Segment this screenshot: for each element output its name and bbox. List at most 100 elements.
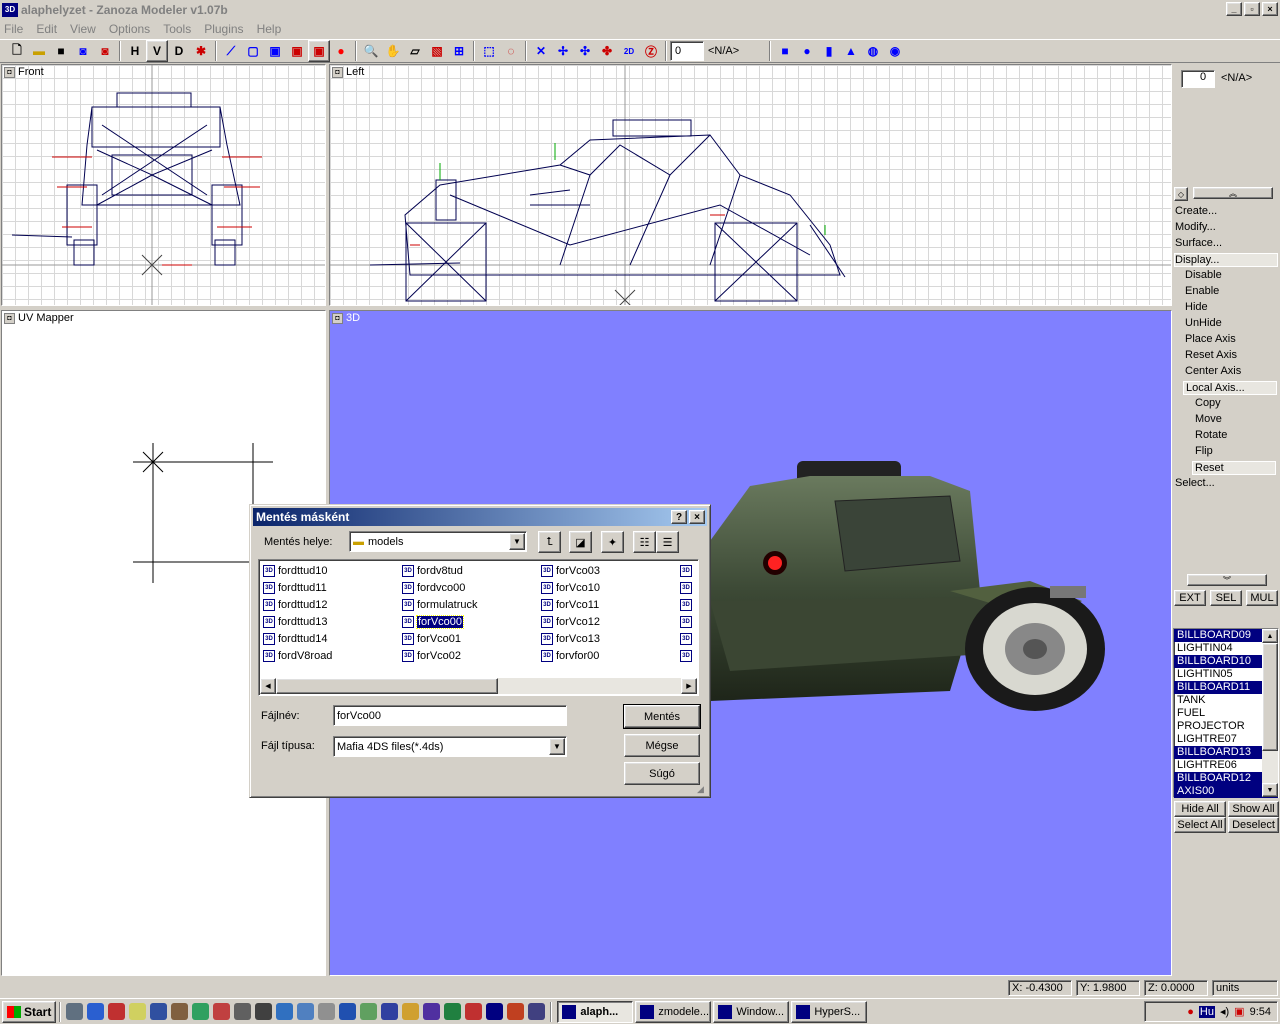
import-icon[interactable]: ◙ xyxy=(72,40,94,62)
file-item-clipped[interactable]: 3D xyxy=(680,648,692,663)
file-item[interactable]: 3D forVco03 xyxy=(541,563,600,578)
tray-app-icon[interactable]: ● xyxy=(1187,1006,1194,1018)
zoom-region-icon[interactable]: ▧ xyxy=(426,40,448,62)
scale-icon[interactable]: ✣ xyxy=(574,40,596,62)
file-item[interactable]: 3D fordttud14 xyxy=(263,631,328,646)
cube-wire-icon[interactable]: ▢ xyxy=(242,40,264,62)
local-rotate[interactable]: Rotate xyxy=(1195,429,1227,441)
file-item[interactable]: 3D forVco12 xyxy=(541,614,600,629)
file-item[interactable]: 3D forVco00 xyxy=(402,614,465,629)
geosphere-primitive-icon[interactable]: ◉ xyxy=(884,40,906,62)
ql-car-icon[interactable] xyxy=(255,1003,273,1020)
scroll-left-arrow[interactable]: ◀ xyxy=(260,678,276,694)
menu-plugins[interactable]: Plugins xyxy=(204,22,243,36)
cube-textured-icon[interactable]: ▣ xyxy=(308,40,330,62)
ql-edit-icon[interactable] xyxy=(297,1003,315,1020)
chevron-down-icon[interactable]: ▼ xyxy=(549,738,565,755)
sphere-primitive-icon[interactable]: ● xyxy=(796,40,818,62)
ql-plugin-icon[interactable] xyxy=(423,1003,441,1020)
spin-field[interactable]: 0 xyxy=(670,41,704,61)
display-local-axis[interactable]: Local Axis... xyxy=(1183,381,1277,395)
panel-icon-button[interactable]: ◇ xyxy=(1174,187,1188,201)
local-copy[interactable]: Copy xyxy=(1195,397,1221,409)
location-combo[interactable]: ▬ models ▼ xyxy=(349,531,527,552)
scroll-thumb[interactable] xyxy=(1262,643,1278,751)
scroll-down-arrow[interactable]: ▼ xyxy=(1262,783,1278,797)
mul-button[interactable]: MUL xyxy=(1246,590,1278,606)
taskbar-button[interactable]: alaph... xyxy=(557,1000,634,1023)
ql-monitor-icon[interactable] xyxy=(528,1003,546,1020)
file-item[interactable]: 3D fordttud13 xyxy=(263,614,328,629)
scroll-right-arrow[interactable]: ▶ xyxy=(681,678,697,694)
z-axis-icon[interactable]: Ⓩ xyxy=(640,40,662,62)
file-item-clipped[interactable]: 3D xyxy=(680,563,692,578)
ql-disk-icon[interactable] xyxy=(381,1003,399,1020)
viewport-left[interactable]: ◘ Left xyxy=(329,64,1172,306)
display-unhide[interactable]: UnHide xyxy=(1185,317,1222,329)
desktop-icon[interactable]: ◪ xyxy=(569,531,592,553)
maximize-button[interactable]: ▫ xyxy=(1244,2,1260,16)
file-item[interactable]: 3D fordv8tud xyxy=(402,563,463,578)
new-folder-icon[interactable]: ✦ xyxy=(601,531,624,553)
d-button[interactable]: D xyxy=(168,40,190,62)
display-enable[interactable]: Enable xyxy=(1185,285,1219,297)
file-item[interactable]: 3D forVco11 xyxy=(541,597,599,612)
display-reset-axis[interactable]: Reset Axis xyxy=(1185,349,1237,361)
save-icon[interactable]: ■ xyxy=(50,40,72,62)
display-hide[interactable]: Hide xyxy=(1185,301,1208,313)
display-disable[interactable]: Disable xyxy=(1185,269,1222,281)
ql-media-icon[interactable] xyxy=(276,1003,294,1020)
viewport-menu-icon[interactable]: ◘ xyxy=(4,312,15,324)
move-icon[interactable]: ✕ xyxy=(530,40,552,62)
dialog-close-button[interactable]: × xyxy=(689,510,705,524)
up-folder-icon[interactable]: ⮤ xyxy=(538,531,561,553)
local-move[interactable]: Move xyxy=(1195,413,1222,425)
h-button[interactable]: H xyxy=(124,40,146,62)
file-item[interactable]: 3D forVco01 xyxy=(402,631,461,646)
ql-3d-icon[interactable] xyxy=(486,1003,504,1020)
ql-puzzle-icon[interactable] xyxy=(213,1003,231,1020)
new-file-icon[interactable]: 🗋 xyxy=(6,40,28,62)
file-item[interactable]: 3D forVco02 xyxy=(402,648,461,663)
open-folder-icon[interactable]: ▬ xyxy=(28,40,50,62)
ql-app-icon[interactable] xyxy=(108,1003,126,1020)
menu-surface[interactable]: Surface... xyxy=(1175,237,1222,249)
sphere-render-icon[interactable]: ● xyxy=(330,40,352,62)
hide-all-button[interactable]: Hide All xyxy=(1174,801,1226,817)
zoom-extents-icon[interactable]: ▱ xyxy=(404,40,426,62)
menu-options[interactable]: Options xyxy=(109,22,150,36)
ql-record-icon[interactable] xyxy=(507,1003,525,1020)
minimize-button[interactable]: _ xyxy=(1226,2,1242,16)
resize-grip-icon[interactable]: ◢ xyxy=(697,784,709,796)
select-all-button[interactable]: Select All xyxy=(1174,817,1226,833)
file-item[interactable]: 3D fordttud10 xyxy=(263,563,328,578)
help-button[interactable]: Súgó xyxy=(624,762,700,785)
menu-view[interactable]: View xyxy=(70,22,96,36)
tray-volume-icon[interactable]: ◂) xyxy=(1220,1005,1229,1018)
scroll-down-button[interactable]: ︾ xyxy=(1187,574,1267,586)
file-item[interactable]: 3D fordttud11 xyxy=(263,580,327,595)
cube-flat-icon[interactable]: ▣ xyxy=(264,40,286,62)
file-item[interactable]: 3D fordttud12 xyxy=(263,597,328,612)
file-list[interactable]: 3D fordttud10 3D fordttud11 3D fordttud12 3D fo… xyxy=(258,559,699,696)
ql-notes-icon[interactable] xyxy=(360,1003,378,1020)
scroll-up-arrow[interactable]: ▲ xyxy=(1262,629,1278,643)
hscroll-thumb[interactable] xyxy=(276,678,498,694)
menu-select[interactable]: Select... xyxy=(1175,477,1215,489)
export-icon[interactable]: ◙ xyxy=(94,40,116,62)
taskbar-button[interactable]: Window... xyxy=(713,1000,790,1023)
filename-input[interactable]: forVco00 xyxy=(333,705,567,726)
mirror-icon[interactable]: ✤ xyxy=(596,40,618,62)
menu-tools[interactable]: Tools xyxy=(163,22,191,36)
ext-button[interactable]: EXT xyxy=(1174,590,1206,606)
file-item[interactable]: 3D fordvco00 xyxy=(402,580,465,595)
file-item-clipped[interactable]: 3D xyxy=(680,580,692,595)
cylinder-primitive-icon[interactable]: ▮ xyxy=(818,40,840,62)
menu-edit[interactable]: Edit xyxy=(36,22,57,36)
menu-modify[interactable]: Modify... xyxy=(1175,221,1216,233)
show-all-button[interactable]: Show All xyxy=(1228,801,1279,817)
file-list-hscrollbar[interactable]: ◀ ▶ xyxy=(260,678,697,694)
viewport-menu-icon[interactable]: ◘ xyxy=(332,66,343,78)
torus-primitive-icon[interactable]: ◍ xyxy=(862,40,884,62)
display-place-axis[interactable]: Place Axis xyxy=(1185,333,1236,345)
